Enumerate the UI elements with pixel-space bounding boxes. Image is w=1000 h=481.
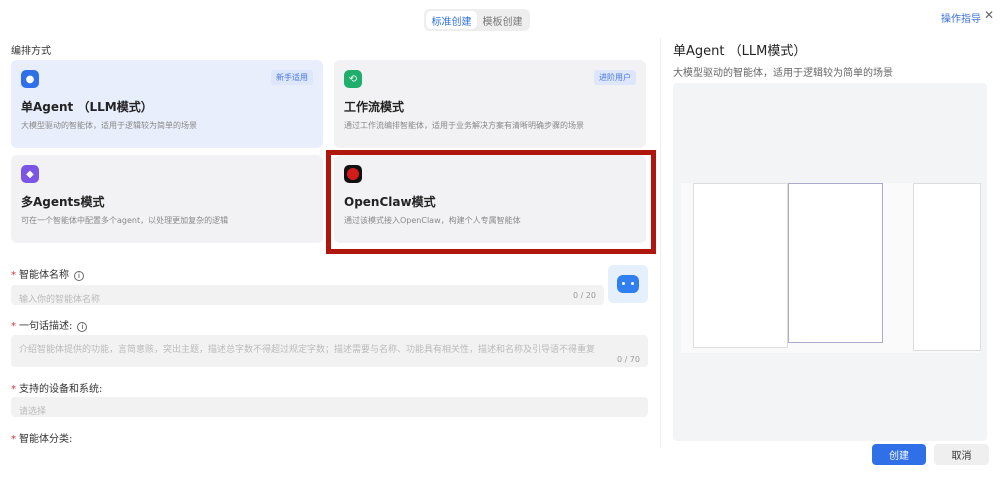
desc-label: * 一句话描述: i (11, 317, 88, 332)
desc-textarea[interactable]: 介绍智能体提供的功能，言简意赅，突出主题，描述总字数不得超过规定字数；描述需要与… (11, 335, 648, 367)
highlight-box (326, 150, 656, 254)
tab-template-create[interactable]: 模板创建 (477, 11, 528, 29)
name-label: * 智能体名称 i (11, 266, 84, 281)
card-title: 单Agent （LLM模式） (21, 100, 153, 114)
device-label: * 支持的设备和系统: (11, 384, 103, 395)
preview-desc: 大模型驱动的智能体，适用于逻辑较为简单的场景 (673, 68, 893, 79)
info-icon: i (77, 322, 88, 332)
card-desc: 可在一个智能体中配置多个agent，以处理更加复杂的逻辑 (21, 216, 229, 225)
mode-card-workflow[interactable]: ⟲ 进阶用户 工作流模式 通过工作流编排智能体，适用于业务解决方案有清晰明确步骤… (334, 60, 646, 148)
card-desc: 大模型驱动的智能体，适用于逻辑较为简单的场景 (21, 121, 197, 130)
mode-card-multi-agents[interactable]: ◆ 多Agents模式 可在一个智能体中配置多个agent，以处理更加复杂的逻辑 (11, 155, 323, 243)
card-title: 工作流模式 (344, 100, 405, 114)
name-input[interactable]: 输入你的智能体名称 0 / 20 (11, 285, 604, 305)
name-count: 0 / 20 (572, 291, 596, 300)
cube-icon: ◆ (21, 165, 39, 183)
preview-title: 单Agent （LLM模式） (673, 44, 807, 59)
category-label: * 智能体分类: (11, 434, 73, 445)
create-button[interactable]: 创建 (872, 444, 926, 465)
cancel-button[interactable]: 取消 (934, 444, 989, 465)
mode-card-single-agent[interactable]: ● 新手适用 单Agent （LLM模式） 大模型驱动的智能体，适用于逻辑较为简… (11, 60, 323, 148)
info-icon: i (74, 271, 84, 281)
divider (660, 38, 661, 448)
badge: 进阶用户 (594, 70, 636, 85)
card-desc: 通过工作流编排智能体，适用于业务解决方案有清晰明确步骤的场景 (344, 121, 584, 130)
create-mode-tabs: 标准创建 模板创建 (424, 9, 530, 31)
device-select[interactable]: 请选择 (11, 397, 648, 417)
close-icon[interactable]: ✕ (984, 8, 994, 22)
badge: 新手适用 (271, 70, 313, 85)
guide-link[interactable]: 操作指导 (941, 10, 981, 25)
avatar[interactable] (608, 265, 648, 303)
desc-count: 0 / 70 (616, 355, 640, 364)
robot-icon: ● (21, 70, 39, 88)
tab-standard-create[interactable]: 标准创建 (426, 11, 477, 29)
section-title: 编排方式 (11, 46, 51, 57)
workflow-icon: ⟲ (344, 70, 362, 88)
card-title: 多Agents模式 (21, 195, 105, 209)
preview-image (673, 83, 987, 441)
robot-avatar-icon (617, 275, 639, 293)
